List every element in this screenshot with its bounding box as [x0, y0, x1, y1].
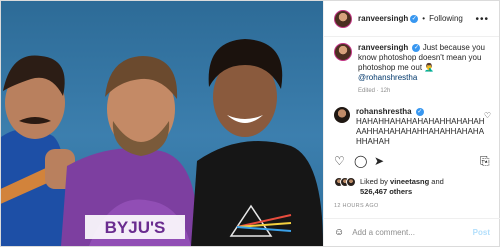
verified-icon: ✓	[410, 14, 419, 23]
comment-text: HAHAHHAHAHAHAHAHHAHAHAHAAHHAHAHAHAHHAHAH…	[356, 117, 485, 146]
heart-icon[interactable]: ♡	[334, 154, 345, 168]
likes-text: Liked by vineetasng and 526,467 others	[360, 177, 444, 197]
instagram-post-modal: BYJU'S ranveersingh ✓ • Following ••• ra…	[0, 0, 500, 247]
shirt-logo: BYJU'S	[105, 218, 166, 237]
add-comment-bar: ☺ Post	[324, 218, 500, 246]
more-options-icon[interactable]: •••	[475, 14, 489, 25]
commenter-avatar[interactable]	[334, 107, 350, 123]
likes-and: and	[429, 177, 444, 186]
post-caption: ranveersingh ✓ Just because you know pho…	[334, 43, 494, 96]
comment-icon[interactable]: ◯	[354, 154, 367, 168]
share-icon[interactable]: ➤	[374, 154, 384, 168]
post-header: ranveersingh ✓ • Following •••	[324, 1, 499, 37]
action-bar: ♡ ◯ ➤ ⎘	[332, 154, 494, 168]
separator-dot: •	[422, 14, 426, 23]
post-timestamp: 12 HOURS AGO	[334, 203, 379, 209]
likes-count[interactable]: 526,467 others	[360, 187, 412, 196]
author-username[interactable]: ranveersingh	[358, 14, 408, 23]
author-avatar[interactable]	[334, 9, 352, 28]
photo-illustration: BYJU'S	[1, 39, 323, 246]
verified-icon: ✓	[412, 43, 421, 52]
likes-prefix: Liked by	[360, 177, 391, 186]
caption-mention-link[interactable]: @rohanshrestha	[358, 73, 417, 82]
comment-item: rohanshrestha ✓ HAHAHHAHAHAHAHAHHAHAHAHA…	[334, 107, 494, 147]
save-icon[interactable]: ⎘	[480, 154, 490, 168]
post-sidebar: ranveersingh ✓ • Following ••• ranveersi…	[323, 1, 500, 246]
caption-body: ranveersingh ✓ Just because you know pho…	[358, 43, 494, 96]
comment-like-heart-icon[interactable]: ♡	[484, 111, 491, 120]
following-button[interactable]: Following	[429, 14, 463, 23]
likes-summary: Liked by vineetasng and 526,467 others	[334, 177, 494, 197]
emoji-icon[interactable]: ☺	[334, 227, 344, 238]
post-photo[interactable]: BYJU'S	[1, 1, 323, 246]
post-comment-button[interactable]: Post	[473, 228, 490, 237]
caption-edited-time: Edited · 12h	[358, 88, 391, 94]
comment-body: rohanshrestha ✓ HAHAHHAHAHAHAHAHHAHAHAHA…	[356, 107, 486, 147]
liker-avatars	[334, 177, 356, 187]
verified-icon: ✓	[415, 107, 424, 116]
caption-username[interactable]: ranveersingh	[358, 43, 408, 52]
comment-input[interactable]	[352, 228, 463, 237]
caption-avatar[interactable]	[334, 43, 352, 61]
liker-username[interactable]: vineetasng	[390, 177, 429, 186]
comment-username[interactable]: rohanshrestha	[356, 107, 412, 116]
